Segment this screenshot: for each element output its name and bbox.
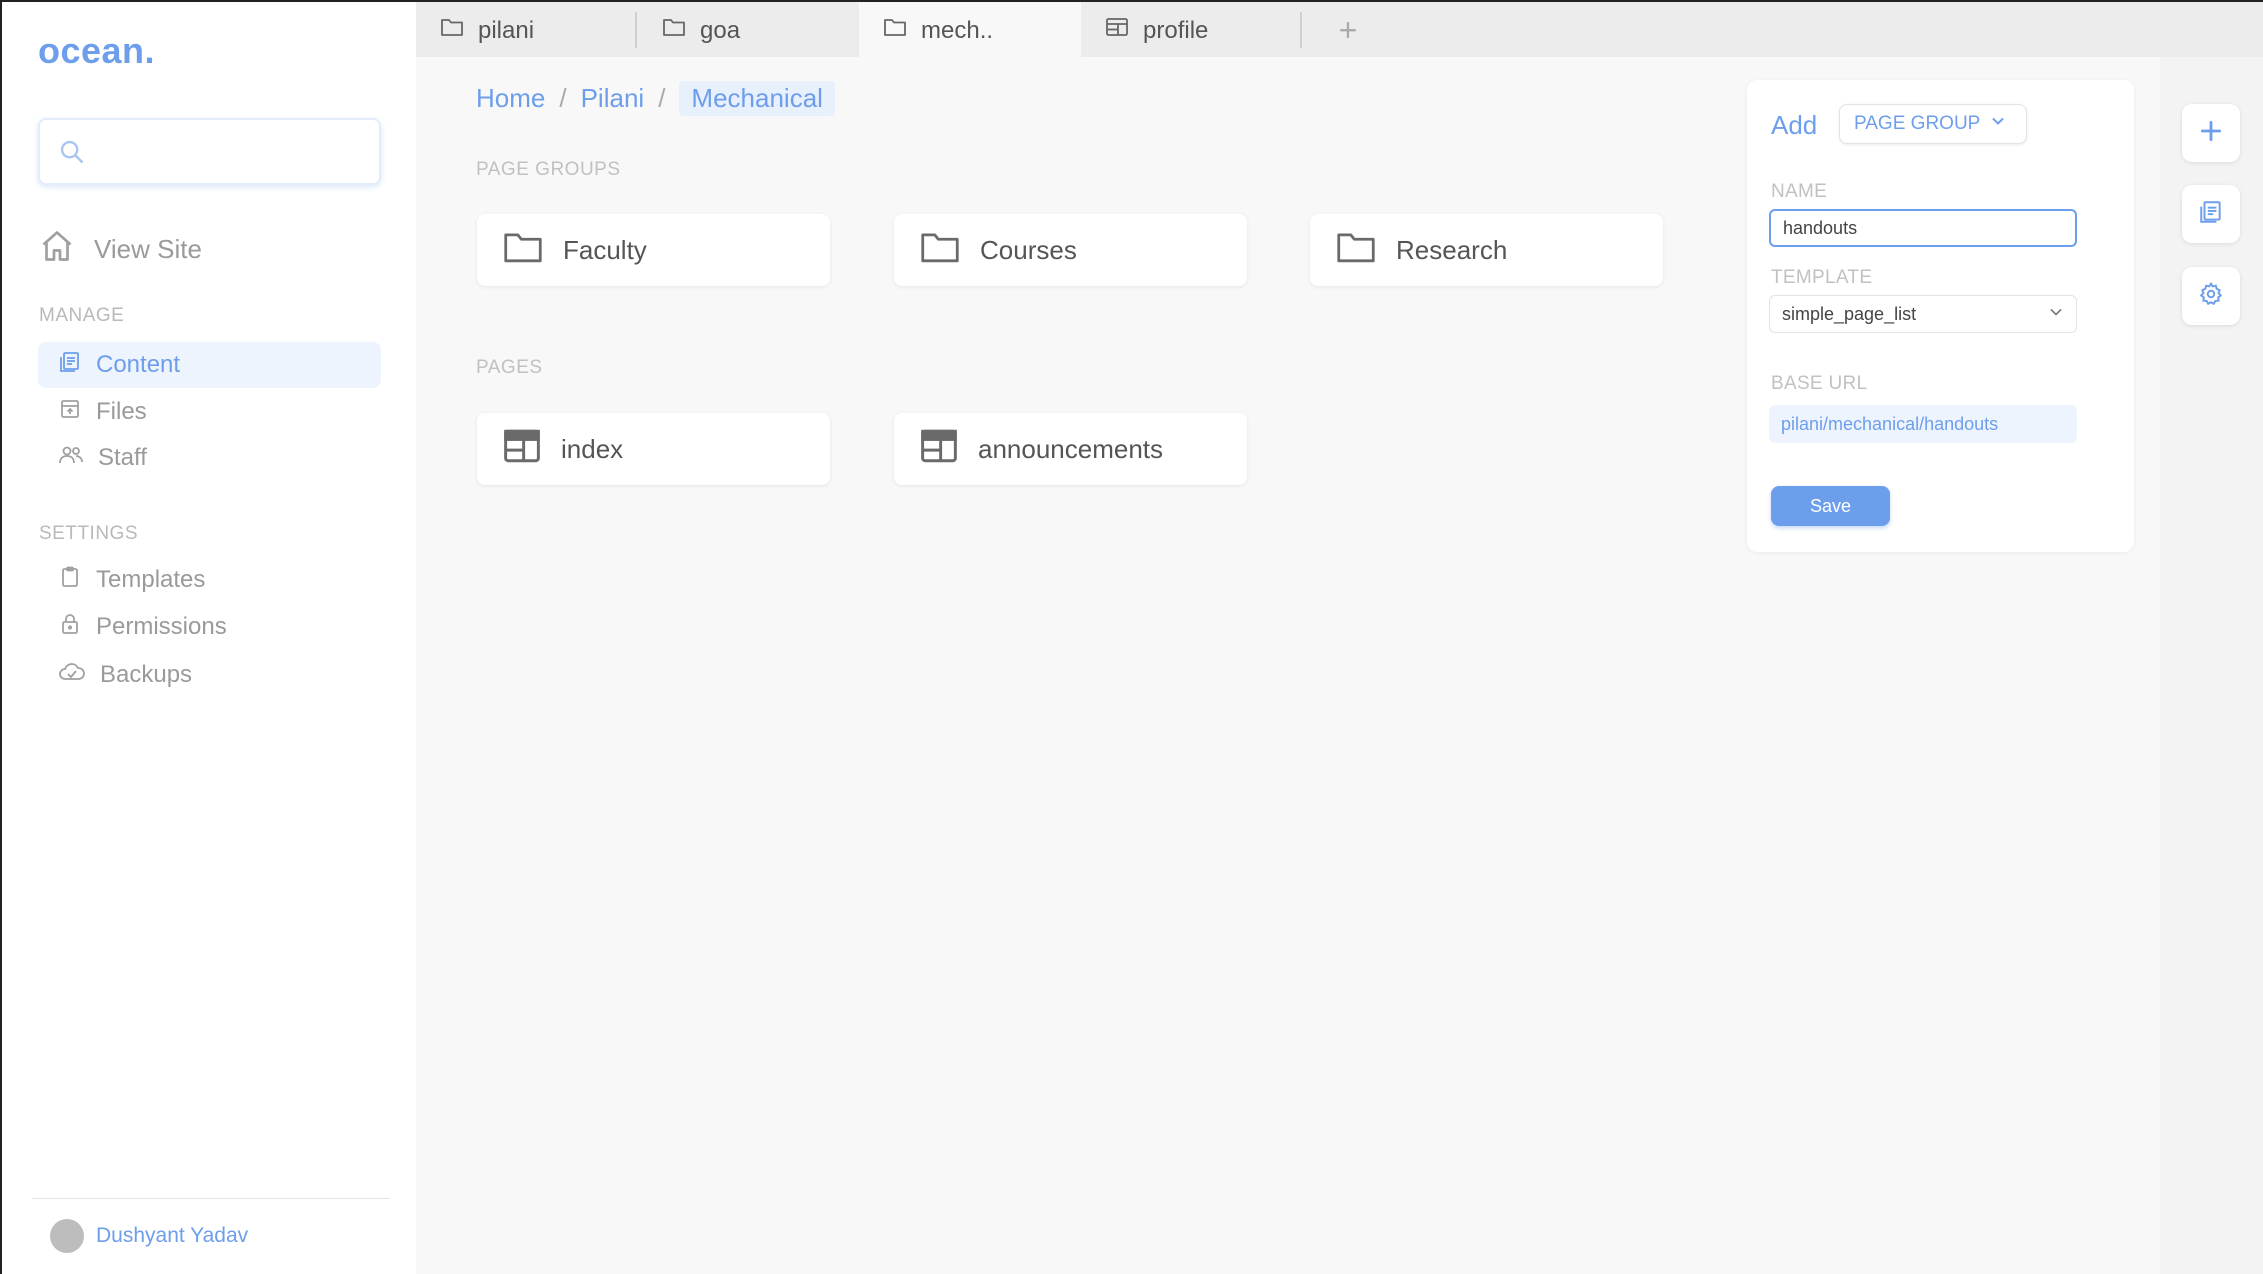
base-url-label: BASE URL bbox=[1771, 373, 1868, 394]
card-label: index bbox=[561, 433, 624, 464]
page-icon bbox=[501, 428, 543, 471]
cloud-check-icon bbox=[58, 660, 86, 691]
folder-icon bbox=[1334, 228, 1378, 273]
template-select[interactable]: simple_page_list bbox=[1769, 295, 2077, 333]
folder-icon bbox=[918, 228, 962, 273]
settings-section-label: SETTINGS bbox=[39, 523, 139, 544]
tab-separator bbox=[635, 12, 637, 48]
template-select-value: simple_page_list bbox=[1782, 303, 1917, 324]
page-icon bbox=[1105, 16, 1129, 45]
tab-label: profile bbox=[1143, 16, 1209, 44]
staff-icon bbox=[58, 443, 84, 474]
plus-icon bbox=[2198, 118, 2224, 149]
template-label: TEMPLATE bbox=[1771, 267, 1873, 288]
sidebar-item-files[interactable]: Files bbox=[38, 389, 381, 435]
files-icon bbox=[58, 397, 82, 428]
tab-pilani[interactable]: pilani bbox=[416, 2, 636, 59]
tab-bar: pilani goa mech.. profile + bbox=[416, 0, 2263, 59]
page-card-announcements[interactable]: announcements bbox=[894, 413, 1247, 485]
view-site-label: View Site bbox=[94, 233, 202, 264]
content-icon bbox=[2198, 199, 2224, 230]
folder-icon bbox=[501, 228, 545, 273]
save-button[interactable]: Save bbox=[1771, 486, 1890, 526]
breadcrumb-separator: / bbox=[559, 82, 567, 113]
sidebar-item-staff[interactable]: Staff bbox=[38, 435, 381, 481]
sidebar-item-label: Templates bbox=[96, 566, 206, 593]
manage-section-label: MANAGE bbox=[39, 305, 125, 326]
search-input[interactable] bbox=[100, 130, 370, 174]
sidebar-item-label: Staff bbox=[98, 444, 147, 471]
tab-label: pilani bbox=[478, 16, 535, 44]
card-label: Research bbox=[1396, 234, 1508, 265]
base-url-field: pilani/mechanical/handouts bbox=[1769, 405, 2077, 443]
base-url-value: pilani/mechanical/handouts bbox=[1781, 413, 1999, 434]
sidebar-item-label: Permissions bbox=[96, 613, 227, 640]
card-label: Faculty bbox=[563, 234, 647, 265]
pages-label: PAGES bbox=[476, 357, 543, 378]
sidebar-item-permissions[interactable]: Permissions bbox=[38, 604, 381, 650]
folder-icon bbox=[662, 16, 686, 45]
app-logo[interactable]: ocean. bbox=[38, 30, 155, 72]
tab-separator bbox=[1300, 12, 1302, 48]
view-site-link[interactable]: View Site bbox=[38, 224, 202, 274]
home-icon bbox=[38, 228, 76, 271]
name-label: NAME bbox=[1771, 181, 1828, 202]
breadcrumb-current[interactable]: Mechanical bbox=[679, 80, 835, 116]
gear-icon bbox=[2198, 281, 2224, 312]
folder-icon bbox=[440, 16, 464, 45]
type-dropdown[interactable]: PAGE GROUP bbox=[1839, 104, 2027, 144]
sidebar-item-templates[interactable]: Templates bbox=[38, 557, 381, 603]
clipboard-icon bbox=[58, 565, 82, 596]
sidebar-item-backups[interactable]: Backups bbox=[38, 652, 381, 698]
folder-icon bbox=[883, 16, 907, 45]
breadcrumb-separator: / bbox=[658, 82, 666, 113]
sidebar-item-label: Content bbox=[96, 351, 181, 378]
sidebar-item-content[interactable]: Content bbox=[38, 342, 381, 388]
add-button[interactable] bbox=[2182, 104, 2240, 162]
page-card-index[interactable]: index bbox=[477, 413, 830, 485]
avatar bbox=[50, 1219, 84, 1253]
chevron-down-icon bbox=[1990, 113, 2006, 135]
tab-label: mech.. bbox=[921, 16, 994, 44]
page-group-card-research[interactable]: Research bbox=[1310, 214, 1663, 286]
search-icon bbox=[58, 138, 86, 171]
content-icon bbox=[58, 350, 82, 381]
lock-icon bbox=[58, 612, 82, 643]
right-toolbar bbox=[2160, 57, 2263, 1274]
name-field[interactable] bbox=[1769, 209, 2077, 247]
sidebar: ocean. View Site MANAGE Content Files St… bbox=[0, 0, 416, 1274]
breadcrumb-home[interactable]: Home bbox=[476, 83, 545, 114]
page-group-card-courses[interactable]: Courses bbox=[894, 214, 1247, 286]
type-dropdown-value: PAGE GROUP bbox=[1854, 113, 1981, 134]
sidebar-divider bbox=[32, 1198, 390, 1199]
sidebar-item-label: Backups bbox=[100, 661, 193, 688]
tab-label: goa bbox=[700, 16, 741, 44]
add-panel: Add PAGE GROUP NAME TEMPLATE simple_page… bbox=[1747, 80, 2134, 552]
tab-goa[interactable]: goa bbox=[638, 2, 862, 59]
add-label: Add bbox=[1771, 110, 1818, 140]
tab-profile[interactable]: profile bbox=[1081, 2, 1303, 59]
user-profile[interactable]: Dushyant Yadav bbox=[50, 1219, 248, 1253]
name-input[interactable] bbox=[1783, 217, 2075, 239]
page-group-card-faculty[interactable]: Faculty bbox=[477, 214, 830, 286]
tab-mech[interactable]: mech.. bbox=[859, 2, 1081, 59]
page-groups-label: PAGE GROUPS bbox=[476, 159, 621, 180]
settings-button[interactable] bbox=[2182, 267, 2240, 325]
chevron-down-icon bbox=[2048, 304, 2064, 325]
user-name: Dushyant Yadav bbox=[96, 1224, 249, 1247]
search-box[interactable] bbox=[38, 118, 381, 185]
page-icon bbox=[918, 428, 960, 471]
card-label: Courses bbox=[980, 234, 1077, 265]
breadcrumb-pilani[interactable]: Pilani bbox=[581, 83, 645, 114]
breadcrumb: Home / Pilani / Mechanical bbox=[476, 80, 835, 116]
content-view-button[interactable] bbox=[2182, 185, 2240, 243]
sidebar-item-label: Files bbox=[96, 398, 147, 425]
add-tab-button[interactable]: + bbox=[1328, 10, 1368, 50]
card-label: announcements bbox=[978, 433, 1164, 464]
